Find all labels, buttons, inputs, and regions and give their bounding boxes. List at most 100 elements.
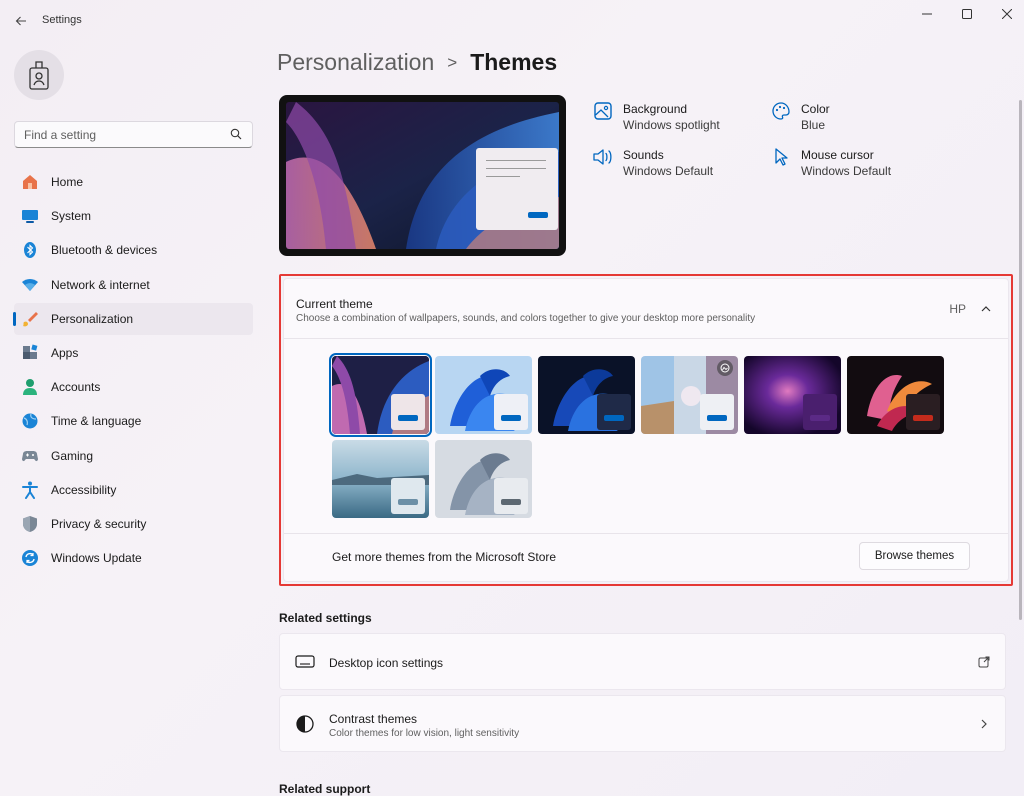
property-value: Windows Default	[623, 164, 714, 178]
minimize-icon	[922, 13, 932, 15]
tile-window	[391, 478, 425, 514]
sidebar-item-label: Accessibility	[51, 482, 117, 497]
tile-window	[597, 394, 631, 430]
sidebar-item-label: System	[51, 209, 92, 224]
breadcrumb-parent[interactable]: Personalization	[277, 49, 434, 76]
sidebar-item-time-language[interactable]: Time & language	[14, 405, 253, 437]
minimize-button[interactable]	[910, 4, 944, 24]
open-external-icon[interactable]	[975, 653, 993, 671]
tile-window	[906, 394, 940, 430]
tile-accent	[398, 415, 418, 421]
sidebar-item-network[interactable]: Network & internet	[14, 269, 253, 301]
title-bar: Settings	[0, 0, 1024, 42]
property-mouse-cursor[interactable]: Mouse cursor Windows Default	[770, 147, 940, 179]
collapse-button[interactable]	[974, 297, 998, 321]
property-sounds[interactable]: Sounds Windows Default	[592, 147, 762, 179]
page-title: Themes	[470, 49, 558, 75]
sidebar-item-personalization[interactable]: Personalization	[13, 302, 253, 335]
theme-tile[interactable]	[847, 356, 944, 434]
sidebar-item-accounts[interactable]: Accounts	[14, 371, 253, 403]
privacy-security-icon	[21, 515, 39, 533]
sidebar-item-home[interactable]: Home	[14, 166, 253, 198]
tile-window	[803, 394, 837, 430]
maximize-button[interactable]	[950, 4, 984, 24]
sidebar-item-windows-update[interactable]: Windows Update	[14, 542, 253, 574]
sidebar-item-privacy-security[interactable]: Privacy & security	[14, 508, 253, 540]
property-value: Windows Default	[801, 164, 892, 178]
store-label: Get more themes from the Microsoft Store	[332, 550, 557, 564]
sidebar-item-label: Bluetooth & devices	[51, 243, 158, 258]
chevron-right-icon[interactable]	[975, 715, 993, 733]
browse-themes-button[interactable]: Browse themes	[859, 542, 970, 570]
setting-sublabel: Color themes for low vision, light sensi…	[329, 728, 520, 739]
sidebar-item-label: Network & internet	[51, 277, 150, 292]
scrollbar[interactable]	[1019, 100, 1022, 620]
setting-label: Contrast themes	[329, 712, 418, 726]
theme-tile[interactable]	[641, 356, 738, 434]
sidebar-item-label: Accounts	[51, 380, 101, 395]
property-color[interactable]: Color Blue	[770, 101, 940, 133]
related-settings-title: Related settings	[279, 611, 372, 625]
property-value: Windows spotlight	[623, 118, 720, 132]
sidebar-item-system[interactable]: System	[14, 200, 253, 232]
search-input[interactable]	[15, 122, 215, 147]
cursor-icon	[770, 147, 792, 169]
tile-accent	[398, 499, 418, 505]
property-label: Color	[801, 102, 830, 116]
sidebar-item-label: Privacy & security	[51, 516, 147, 531]
avatar[interactable]	[14, 50, 64, 100]
theme-tile[interactable]	[332, 440, 429, 518]
personalization-icon	[21, 310, 39, 328]
breadcrumb: Personalization > Themes	[277, 49, 557, 76]
current-theme-highlight: Current theme Choose a combination of wa…	[279, 274, 1013, 586]
sidebar-item-gaming[interactable]: Gaming	[14, 440, 253, 472]
sidebar-item-label: Windows Update	[51, 551, 142, 566]
tile-accent	[810, 415, 830, 421]
theme-tile[interactable]	[538, 356, 635, 434]
theme-tile[interactable]	[744, 356, 841, 434]
sidebar-item-accessibility[interactable]: Accessibility	[14, 474, 253, 506]
theme-tile[interactable]	[435, 440, 532, 518]
theme-tile[interactable]	[329, 353, 432, 437]
search-icon[interactable]	[230, 128, 242, 143]
sidebar-item-bluetooth[interactable]: Bluetooth & devices	[14, 234, 253, 266]
property-value: Blue	[801, 118, 826, 132]
property-background[interactable]: Background Windows spotlight	[592, 101, 762, 133]
accounts-icon	[21, 378, 39, 396]
app-title: Settings	[42, 14, 82, 26]
current-theme-header[interactable]: Current theme Choose a combination of wa…	[284, 279, 1008, 339]
close-icon	[1002, 9, 1012, 19]
chevron-up-icon	[981, 306, 991, 312]
home-icon	[21, 173, 39, 191]
current-theme-name: HP	[949, 302, 966, 316]
picture-icon	[592, 101, 614, 123]
sidebar-item-label: Time & language	[51, 414, 142, 429]
desktop-icon-settings-card[interactable]: Desktop icon settings	[279, 633, 1006, 690]
sidebar-item-label: Apps	[51, 345, 79, 360]
close-button[interactable]	[990, 4, 1024, 24]
current-theme-description: Choose a combination of wallpapers, soun…	[296, 313, 756, 324]
sidebar-item-label: Gaming	[51, 448, 94, 463]
sidebar-nav: Home System Bluetooth & devices Network …	[13, 166, 253, 576]
contrast-themes-card[interactable]: Contrast themes Color themes for low vis…	[279, 695, 1006, 752]
search-box[interactable]	[14, 121, 253, 148]
theme-tile[interactable]	[435, 356, 532, 434]
tile-window	[494, 478, 528, 514]
tile-accent	[604, 415, 624, 421]
tile-window	[391, 394, 425, 430]
back-arrow-icon	[15, 16, 26, 26]
sidebar-item-apps[interactable]: Apps	[14, 337, 253, 369]
maximize-icon	[962, 9, 972, 19]
setting-label: Desktop icon settings	[329, 656, 444, 670]
tile-accent	[501, 499, 521, 505]
bluetooth-icon	[21, 241, 39, 259]
property-label: Mouse cursor	[801, 148, 874, 162]
palette-icon	[770, 101, 792, 123]
back-button[interactable]	[10, 10, 32, 32]
preview-accent-button	[528, 212, 548, 218]
property-label: Sounds	[623, 148, 664, 162]
accessibility-icon	[21, 481, 39, 499]
system-icon	[21, 207, 39, 225]
user-badge-icon	[29, 61, 49, 90]
breadcrumb-separator: >	[447, 53, 458, 72]
